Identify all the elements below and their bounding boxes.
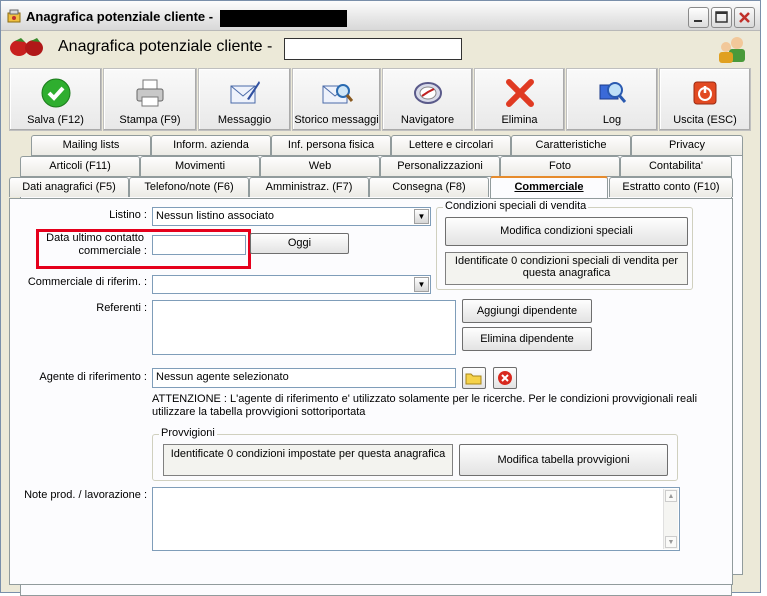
- elimina-dipendente-button[interactable]: Elimina dipendente: [462, 327, 592, 351]
- note-label: Note prod. / lavorazione :: [24, 489, 147, 501]
- tab-personalizzazioni[interactable]: Personalizzazioni: [380, 156, 500, 176]
- message-history-button[interactable]: Storico messaggi: [292, 68, 381, 131]
- redacted-title-block: [220, 10, 347, 27]
- print-button[interactable]: Stampa (F9): [103, 68, 197, 131]
- agente-field: Nessun agente selezionato: [152, 368, 456, 388]
- title-bar: Anagrafica potenziale cliente -: [1, 1, 760, 31]
- provvigioni-info-box: Identificate 0 condizioni impostate per …: [163, 444, 453, 476]
- agente-label: Agente di riferimento :: [39, 371, 147, 383]
- modifica-condizioni-button[interactable]: Modifica condizioni speciali: [445, 217, 688, 246]
- commerciale-select[interactable]: ▼: [152, 275, 431, 294]
- print-button-label: Stampa (F9): [119, 114, 181, 126]
- tab-privacy[interactable]: Privacy: [631, 135, 743, 155]
- message-history-button-label: Storico messaggi: [294, 114, 379, 126]
- power-icon: [693, 81, 717, 105]
- main-window: Anagrafica potenziale cliente - Anagrafi…: [0, 0, 761, 596]
- page-title: Anagrafica potenziale cliente -: [58, 38, 273, 55]
- window-title: Anagrafica potenziale cliente -: [26, 9, 214, 24]
- tab-estratto-conto[interactable]: Estratto conto (F10): [609, 177, 733, 197]
- tab-web[interactable]: Web: [260, 156, 380, 176]
- log-icon: [599, 82, 627, 103]
- exit-button[interactable]: Uscita (ESC): [659, 68, 751, 131]
- close-icon: [739, 12, 750, 23]
- save-button-label: Salva (F12): [27, 114, 84, 126]
- condizioni-info-box: Identificate 0 condizioni speciali di ve…: [445, 252, 688, 285]
- folder-icon: [465, 373, 482, 385]
- provvigioni-group: Provvigioni Identificate 0 condizioni im…: [152, 427, 678, 481]
- strawberries-logo-icon: [10, 38, 43, 56]
- toolbar: Salva (F12) Stampa (F9) Messaggio Storic…: [9, 68, 753, 131]
- referenti-list[interactable]: [152, 300, 456, 355]
- condizioni-group: Condizioni speciali di vendita Modifica …: [436, 200, 693, 290]
- tab-foto[interactable]: Foto: [500, 156, 620, 176]
- navigator-button-label: Navigatore: [400, 114, 455, 126]
- listino-value: Nessun listino associato: [156, 210, 275, 222]
- maximize-button[interactable]: [711, 7, 732, 28]
- tab-dati-anagrafici[interactable]: Dati anagrafici (F5): [9, 177, 129, 197]
- exit-button-label: Uscita (ESC): [673, 114, 737, 126]
- app-icon: [7, 9, 21, 23]
- commerciale-label: Commerciale di riferim. :: [27, 276, 147, 288]
- minimize-icon: [694, 20, 702, 22]
- message-icon: [230, 81, 260, 104]
- provvigioni-group-title: Provvigioni: [159, 427, 217, 439]
- tab-contabilita[interactable]: Contabilita': [620, 156, 732, 176]
- attenzione-text-line2: utilizzare la tabella provvigioni sottor…: [152, 406, 366, 418]
- tab-inform-azienda[interactable]: Inform. azienda: [151, 135, 271, 155]
- maximize-icon: [715, 11, 728, 23]
- listino-label: Listino :: [109, 209, 147, 221]
- header-bar: Anagrafica potenziale cliente -: [1, 31, 760, 67]
- tab-mailing-lists[interactable]: Mailing lists: [31, 135, 151, 155]
- tab-consegna[interactable]: Consegna (F8): [369, 177, 489, 197]
- delete-button[interactable]: Elimina: [474, 68, 565, 131]
- condizioni-info-line1: Identificate 0 condizioni speciali di ve…: [454, 255, 679, 267]
- scroll-up-icon[interactable]: ▲: [665, 490, 677, 502]
- commerciale-panel: Listino : Nessun listino associato ▼ Dat…: [9, 198, 733, 585]
- compass-icon: [413, 82, 442, 104]
- message-button[interactable]: Messaggio: [198, 68, 291, 131]
- tab-lettere-circolari[interactable]: Lettere e circolari: [391, 135, 511, 155]
- minimize-button[interactable]: [688, 7, 709, 28]
- condizioni-info-line2: questa anagrafica: [522, 267, 611, 279]
- note-textarea[interactable]: ▲ ▼: [152, 487, 680, 551]
- close-button[interactable]: [734, 7, 755, 28]
- listino-select[interactable]: Nessun listino associato ▼: [152, 207, 431, 226]
- tab-inf-persona-fisica[interactable]: Inf. persona fisica: [271, 135, 391, 155]
- navigator-button[interactable]: Navigatore: [382, 68, 473, 131]
- note-scrollbar[interactable]: ▲ ▼: [663, 489, 678, 549]
- aggiungi-dipendente-button[interactable]: Aggiungi dipendente: [462, 299, 592, 323]
- condizioni-group-title: Condizioni speciali di vendita: [443, 200, 589, 212]
- log-button-label: Log: [602, 114, 622, 126]
- scroll-down-icon[interactable]: ▼: [665, 536, 677, 548]
- customer-name-field: [284, 38, 462, 60]
- chevron-down-icon[interactable]: ▼: [414, 277, 429, 292]
- check-icon: [41, 78, 70, 108]
- save-button[interactable]: Salva (F12): [9, 68, 102, 131]
- tab-commerciale[interactable]: Commerciale: [490, 176, 608, 198]
- printer-icon: [136, 79, 164, 107]
- referenti-label: Referenti :: [96, 302, 147, 314]
- tab-movimenti[interactable]: Movimenti: [140, 156, 260, 176]
- tab-caratteristiche[interactable]: Caratteristiche: [511, 135, 631, 155]
- data-contatto-input[interactable]: [152, 235, 246, 255]
- message-button-label: Messaggio: [217, 114, 272, 126]
- tab-articoli[interactable]: Articoli (F11): [20, 156, 140, 176]
- tab-control: Mailing lists Inform. azienda Inf. perso…: [9, 135, 755, 596]
- clear-agent-button[interactable]: [493, 367, 517, 389]
- data-contatto-label-line2: commerciale :: [78, 245, 147, 257]
- tab-telefono-note[interactable]: Telefono/note (F6): [129, 177, 249, 197]
- delete-x-icon: [505, 79, 534, 107]
- log-button[interactable]: Log: [566, 68, 658, 131]
- chevron-down-icon[interactable]: ▼: [414, 209, 429, 224]
- attenzione-text-line1: ATTENZIONE : L'agente di riferimento e' …: [152, 393, 698, 405]
- message-history-icon: [322, 84, 353, 104]
- modifica-provvigioni-button[interactable]: Modifica tabella provvigioni: [459, 444, 668, 476]
- remove-icon: [498, 371, 512, 385]
- select-agent-button[interactable]: [462, 367, 486, 389]
- data-contatto-label-line1: Data ultimo contatto: [46, 232, 144, 244]
- tab-amministraz[interactable]: Amministraz. (F7): [249, 177, 369, 197]
- users-icon[interactable]: [715, 34, 749, 64]
- oggi-button[interactable]: Oggi: [250, 233, 349, 254]
- delete-button-label: Elimina: [501, 114, 538, 126]
